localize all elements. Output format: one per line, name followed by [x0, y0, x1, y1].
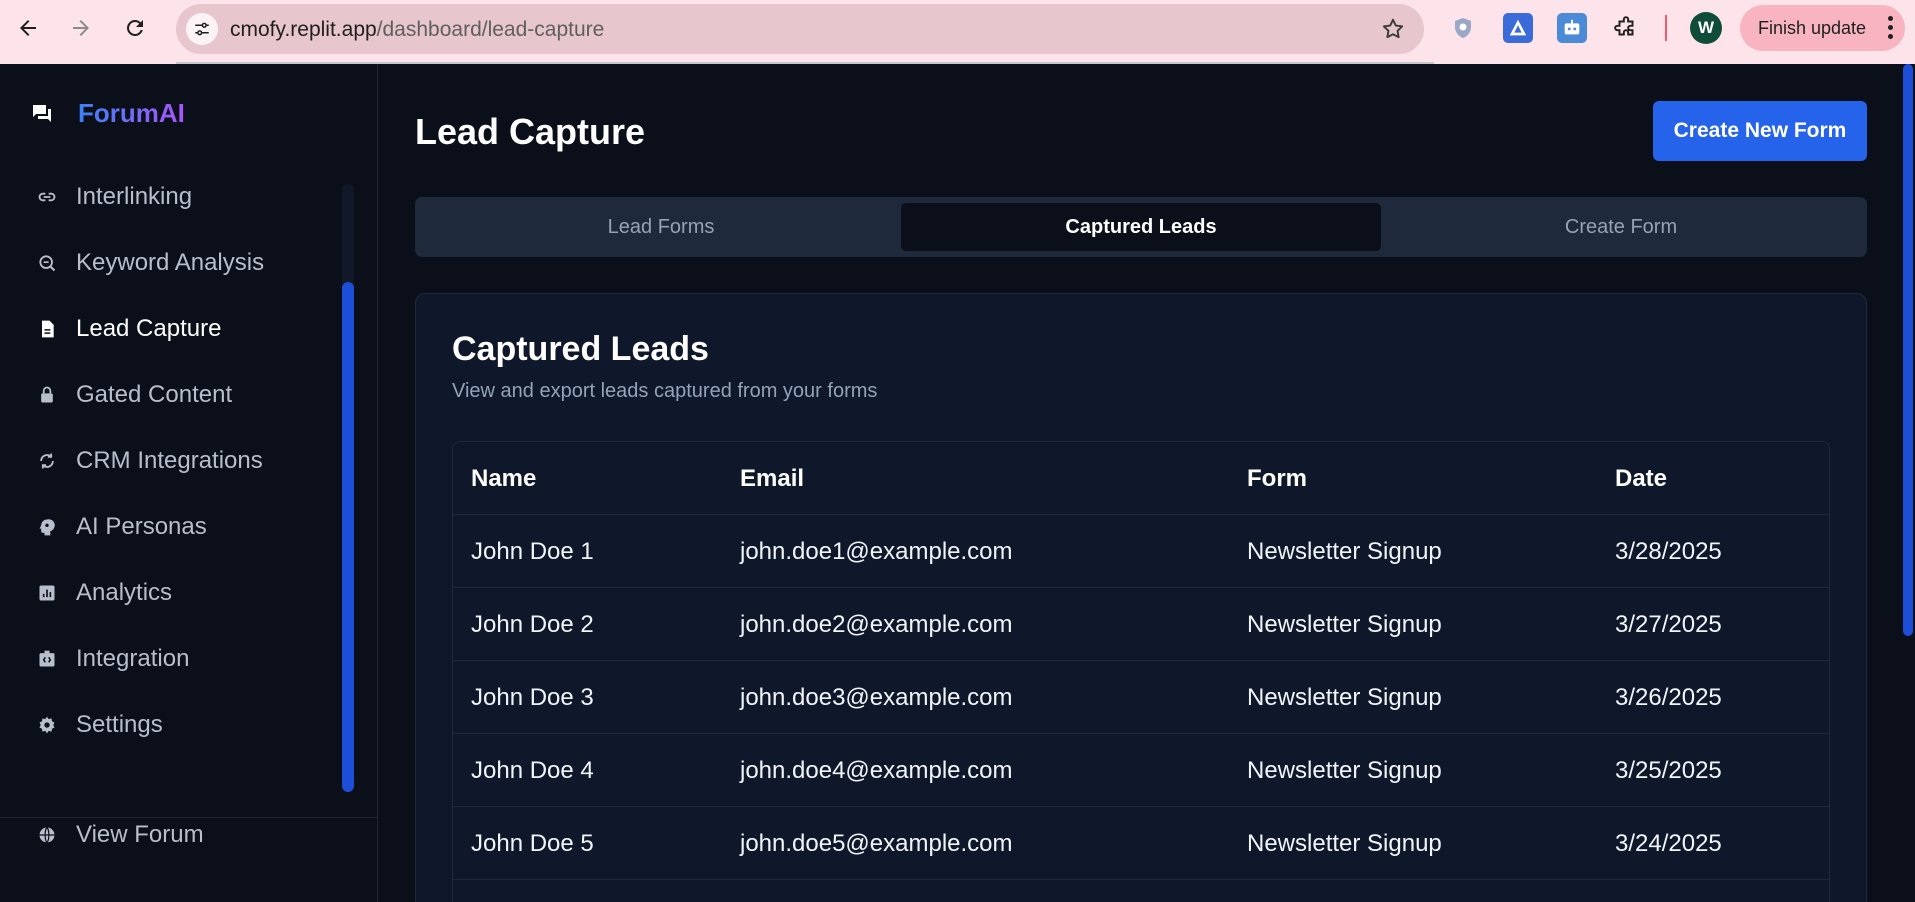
- forward-arrow-icon: [73, 20, 89, 36]
- lead-date: 3/27/2025: [1615, 610, 1722, 638]
- lead-form: Newsletter Signup: [1247, 537, 1442, 565]
- lead-email: john.doe2@example.com: [740, 610, 1013, 638]
- shield-extension-icon[interactable]: [1448, 13, 1478, 43]
- sidebar-item-label: CRM Integrations: [76, 447, 263, 474]
- sidebar-item-label: Settings: [76, 711, 163, 738]
- table-header-row: Name Email Form Date: [453, 442, 1829, 515]
- column-header-form[interactable]: Form: [1247, 442, 1307, 515]
- more-menu-icon: [1888, 16, 1893, 39]
- leads-table: Name Email Form Date John Doe 1 john.doe…: [452, 441, 1830, 902]
- reload-button[interactable]: [115, 8, 155, 48]
- sidebar-item-ai-personas[interactable]: AI Personas: [0, 502, 340, 552]
- sidebar-scrollbar-thumb[interactable]: [342, 282, 354, 792]
- lead-name: John Doe 4: [471, 756, 594, 784]
- reload-icon: [127, 20, 143, 36]
- lead-date: 3/28/2025: [1615, 537, 1722, 565]
- column-header-date[interactable]: Date: [1615, 442, 1667, 515]
- lock-icon: [36, 384, 58, 406]
- url-host: cmofy.replit.app: [230, 18, 377, 41]
- page-title: Lead Capture: [415, 111, 646, 152]
- sidebar-item-integration[interactable]: Integration: [0, 634, 340, 684]
- lead-name: John Doe 2: [471, 610, 594, 638]
- captured-leads-card: Captured Leads View and export leads cap…: [415, 293, 1867, 902]
- robot-extension-icon[interactable]: [1557, 13, 1587, 43]
- back-button[interactable]: [8, 8, 48, 48]
- lead-form: Newsletter Signup: [1247, 610, 1442, 638]
- integration-icon: [36, 648, 58, 670]
- back-arrow-icon: [20, 20, 36, 36]
- url-text: cmofy.replit.app/dashboard/lead-capture: [230, 18, 604, 42]
- sidebar-item-label: Gated Content: [76, 381, 233, 408]
- sidebar-item-analytics[interactable]: Analytics: [0, 568, 340, 618]
- globe-icon: [36, 824, 58, 846]
- lead-form: Newsletter Signup: [1247, 829, 1442, 857]
- sidebar-item-label: Integration: [76, 645, 190, 672]
- column-header-name[interactable]: Name: [471, 442, 536, 515]
- card-title: Captured Leads: [452, 330, 709, 368]
- sidebar-item-settings[interactable]: Settings: [0, 700, 340, 750]
- table-row[interactable]: John Doe 3 john.doe3@example.com Newslet…: [453, 661, 1829, 734]
- tab-captured-leads[interactable]: Captured Leads: [901, 203, 1381, 251]
- analytics-icon: [36, 582, 58, 604]
- table-row[interactable]: John Doe 4 john.doe4@example.com Newslet…: [453, 734, 1829, 807]
- browser-toolbar: cmofy.replit.app/dashboard/lead-capture …: [0, 0, 1915, 64]
- extensions-puzzle-icon[interactable]: [1611, 13, 1641, 43]
- tab-create-form[interactable]: Create Form: [1381, 203, 1861, 251]
- url-path: /dashboard/lead-capture: [376, 18, 605, 41]
- tab-lead-forms[interactable]: Lead Forms: [421, 203, 901, 251]
- lead-name: John Doe 3: [471, 683, 594, 711]
- sidebar: ForumAI Interlinking Keyword Analysis Le…: [0, 64, 378, 902]
- lead-email: john.doe1@example.com: [740, 537, 1013, 565]
- lead-form: Newsletter Signup: [1247, 683, 1442, 711]
- sidebar-item-gated-content[interactable]: Gated Content: [0, 370, 340, 420]
- column-header-email[interactable]: Email: [740, 442, 804, 515]
- sidebar-item-crm-integrations[interactable]: CRM Integrations: [0, 436, 340, 486]
- lead-name: John Doe 5: [471, 829, 594, 857]
- table-row[interactable]: John Doe 2 john.doe2@example.com Newslet…: [453, 588, 1829, 661]
- sidebar-item-label: Lead Capture: [76, 315, 222, 342]
- triangle-extension-icon[interactable]: [1503, 13, 1533, 43]
- keyword-search-icon: [36, 252, 58, 274]
- tab-list: Lead Forms Captured Leads Create Form: [415, 197, 1867, 257]
- sidebar-item-keyword-analysis[interactable]: Keyword Analysis: [0, 238, 340, 288]
- sidebar-item-label: AI Personas: [76, 513, 207, 540]
- lead-email: john.doe5@example.com: [740, 829, 1013, 857]
- site-info-icon[interactable]: [186, 13, 218, 45]
- lead-date: 3/25/2025: [1615, 756, 1722, 784]
- lead-email: john.doe4@example.com: [740, 756, 1013, 784]
- sidebar-item-lead-capture[interactable]: Lead Capture: [0, 304, 340, 354]
- lead-email: john.doe3@example.com: [740, 683, 1013, 711]
- finish-update-label: Finish update: [1758, 17, 1867, 38]
- sidebar-item-interlinking[interactable]: Interlinking: [0, 172, 340, 222]
- bookmark-star-icon[interactable]: [1380, 16, 1406, 42]
- address-bar[interactable]: cmofy.replit.app/dashboard/lead-capture: [176, 4, 1424, 54]
- lead-date: 3/24/2025: [1615, 829, 1722, 857]
- finish-update-button[interactable]: Finish update: [1740, 5, 1905, 51]
- toolbar-separator: [1665, 15, 1667, 41]
- lead-name: John Doe 1: [471, 537, 594, 565]
- table-row[interactable]: John Doe 5 john.doe5@example.com Newslet…: [453, 807, 1829, 880]
- sidebar-item-label: Analytics: [76, 579, 173, 606]
- table-row[interactable]: John Doe 1 john.doe1@example.com Newslet…: [453, 515, 1829, 588]
- lead-date: 3/26/2025: [1615, 683, 1722, 711]
- brand[interactable]: ForumAI: [30, 98, 185, 129]
- lead-form: Newsletter Signup: [1247, 756, 1442, 784]
- forum-icon: [33, 104, 51, 122]
- sidebar-item-label: Keyword Analysis: [76, 249, 265, 276]
- document-icon: [36, 318, 58, 340]
- link-icon: [36, 186, 58, 208]
- gear-icon: [36, 714, 58, 736]
- page-scrollbar-thumb[interactable]: [1903, 64, 1913, 636]
- sidebar-item-label: Interlinking: [76, 183, 193, 210]
- create-new-form-button[interactable]: Create New Form: [1653, 101, 1867, 161]
- brand-name: ForumAI: [78, 98, 185, 128]
- forward-button[interactable]: [61, 8, 101, 48]
- sync-icon: [36, 450, 58, 472]
- psychology-icon: [36, 516, 58, 538]
- card-description: View and export leads captured from your…: [452, 380, 878, 402]
- sidebar-item-label: View Forum: [76, 821, 204, 848]
- profile-avatar[interactable]: W: [1690, 12, 1722, 44]
- sidebar-item-view-forum[interactable]: View Forum: [0, 810, 340, 860]
